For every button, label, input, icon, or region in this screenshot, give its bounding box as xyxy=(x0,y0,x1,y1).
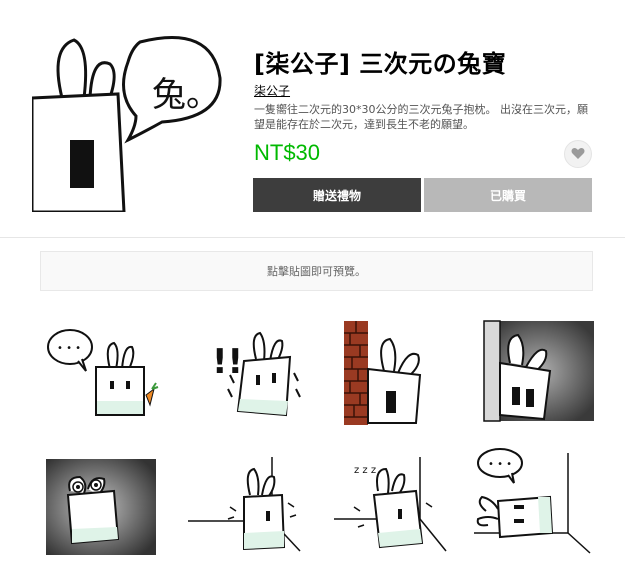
sticker-item[interactable]: z z z xyxy=(334,447,454,557)
sticker-grid: • • • !! z z z • • • xyxy=(40,315,594,560)
sticker-corner-crying xyxy=(188,457,301,552)
sticker-item[interactable] xyxy=(478,315,598,425)
sticker-dark-corner-scared xyxy=(46,459,156,555)
bought-button: 已購買 xyxy=(424,178,592,212)
sticker-item[interactable] xyxy=(44,447,164,557)
sticker-item[interactable]: !! xyxy=(200,315,320,425)
sticker-bubble-text: z z z xyxy=(354,465,376,476)
sticker-bubble-text: • • • xyxy=(488,459,512,470)
gift-button[interactable]: 贈送禮物 xyxy=(253,178,421,212)
sticker-exclaim-shaking: !! xyxy=(212,331,301,417)
divider xyxy=(0,237,625,238)
favorite-button[interactable] xyxy=(564,140,592,168)
product-header: 兔。 [柒公子] 三次元の兔寶 柒公子 一隻嚮往二次元的30*30公分的三次元兔… xyxy=(0,0,625,236)
sticker-corner-sleeping: z z z xyxy=(334,457,447,552)
sticker-peek-dark-wall xyxy=(483,320,594,422)
main-bubble-text: 兔。 xyxy=(152,75,220,115)
author-link[interactable]: 柒公子 xyxy=(254,82,290,99)
sticker-bubble-text: • • • xyxy=(57,343,81,354)
sticker-peek-brick-wall xyxy=(344,321,422,425)
product-price: NT$30 xyxy=(254,140,321,165)
sticker-item[interactable] xyxy=(342,315,462,425)
preview-hint-text: 點擊貼圖即可預覽。 xyxy=(267,265,366,278)
sticker-item[interactable] xyxy=(188,447,308,557)
sticker-item[interactable]: • • • xyxy=(42,315,162,425)
main-sticker-image: 兔。 xyxy=(32,28,230,212)
sticker-bubble-text: !! xyxy=(212,342,243,382)
product-title: [柒公子] 三次元の兔寶 xyxy=(254,50,507,78)
sticker-item[interactable]: • • • xyxy=(474,447,594,557)
sticker-lying-speech-bubble: • • • xyxy=(474,448,591,554)
heart-icon xyxy=(571,145,585,164)
product-description: 一隻嚮往二次元的30*30公分的三次元兔子抱枕。 出沒在三次元，願望是能存在於二… xyxy=(254,103,588,131)
preview-hint-box: 點擊貼圖即可預覽。 xyxy=(40,251,593,291)
sticker-speech-bubble-carrot: • • • xyxy=(47,329,159,416)
